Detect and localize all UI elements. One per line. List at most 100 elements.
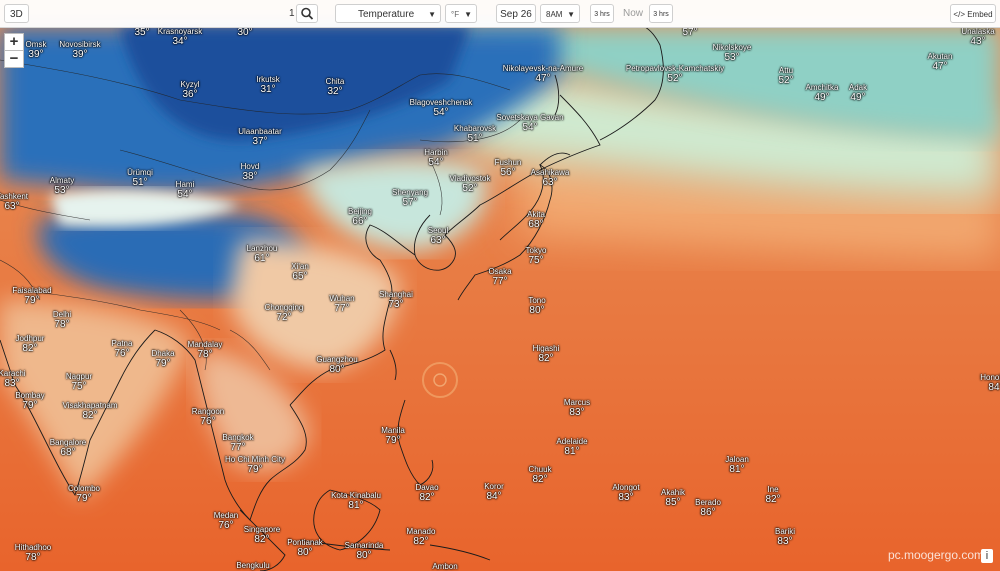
city-name: Pontianak	[287, 538, 323, 547]
city-name: Guangzhou	[316, 355, 358, 364]
city-label: Bengkulu	[236, 561, 269, 570]
step-back-button[interactable]: 3 hrs	[590, 4, 614, 23]
city-label: Shanghai 73°	[379, 290, 413, 310]
city-label: Akita 68°	[527, 210, 545, 230]
search-button[interactable]	[296, 4, 318, 23]
city-name: Marcus	[563, 398, 591, 407]
city-temperature: 68°	[60, 447, 76, 458]
city-name: Medan	[213, 511, 239, 520]
city-temperature: 78°	[54, 319, 70, 330]
city-name: Nikolskoye	[712, 43, 752, 52]
city-name: Delhi	[52, 310, 72, 319]
date-button[interactable]: Sep 26	[496, 4, 536, 23]
city-temperature: 83°	[777, 536, 793, 547]
top-toolbar: 3D 1 Temperature ▼ °F ▼ Sep 26 8AM ▼ 3 h…	[0, 0, 1000, 28]
city-temperature: 66°	[352, 216, 368, 227]
city-temperature: 35°	[134, 27, 150, 38]
chevron-down-icon: ▼	[428, 10, 436, 19]
city-name: Akahik	[660, 488, 686, 497]
city-label: Honolulu84°	[980, 373, 1000, 393]
embed-button[interactable]: </> Embed	[950, 4, 996, 23]
city-temperature: 32°	[327, 86, 343, 97]
city-label: Chongqing 72°	[265, 303, 304, 323]
city-label: Unalaska 43°	[961, 27, 994, 47]
city-label: Attu 52°	[778, 66, 793, 86]
city-name: Chita	[325, 77, 345, 86]
city-temperature: 73°	[388, 299, 404, 310]
city-temperature: 86°	[700, 507, 716, 518]
city-label: Jaloan 81°	[725, 455, 749, 475]
city-label: Almaty 53°	[50, 176, 74, 196]
city-label: Nikolayevsk-na-Amure 47°	[503, 64, 583, 84]
city-temperature: 75°	[71, 381, 87, 392]
city-label: Adak 49°	[849, 83, 867, 103]
city-label: Visakhapatnam 82°	[63, 401, 118, 421]
city-temperature: 79°	[385, 435, 401, 446]
city-label: Fushun 56°	[495, 158, 522, 178]
city-label: Blagoveshchensk 54°	[410, 98, 473, 118]
city-temperature: 85°	[665, 497, 681, 508]
city-temperature: 82°	[22, 343, 38, 354]
unit-select[interactable]: °F ▼	[445, 4, 477, 23]
city-label: Tono 80°	[528, 296, 545, 316]
city-name: Nagpur	[65, 372, 93, 381]
city-temperature: 77°	[334, 303, 350, 314]
city-name: Karachi	[0, 369, 26, 378]
city-name: Shenyang	[391, 188, 429, 197]
city-name: Hovd	[240, 162, 260, 171]
city-label: Bangkok 77°	[222, 433, 253, 453]
city-temperature: 54°	[177, 189, 193, 200]
city-label: Tashkent63°	[0, 192, 28, 212]
city-label: Kota Kinabalu 81°	[331, 491, 381, 511]
city-temperature: 52°	[462, 183, 478, 194]
city-label: Patna 76°	[112, 339, 133, 359]
city-temperature: 54°	[433, 107, 449, 118]
city-temperature: 82°	[413, 536, 429, 547]
city-name: Xi'an	[291, 262, 309, 271]
city-label: Singapore 82°	[244, 525, 280, 545]
city-label: Rangoon 76°	[192, 407, 224, 427]
zoom-in-button[interactable]: +	[4, 33, 24, 51]
zoom-out-button[interactable]: −	[4, 50, 24, 68]
city-temperature: 77°	[230, 442, 246, 453]
city-name: Berado	[695, 498, 721, 507]
city-label: Chuuk 82°	[528, 465, 551, 485]
city-label: Bombay 79°	[15, 391, 44, 411]
city-temperature: 31°	[260, 84, 276, 95]
city-temperature: 54°	[522, 122, 538, 133]
layer-select[interactable]: Temperature ▼	[335, 4, 441, 23]
city-label: Asahikawa 63°	[531, 168, 570, 188]
city-name: Bengkulu	[236, 561, 270, 570]
now-button[interactable]: Now	[618, 4, 648, 23]
city-temperature: 81°	[564, 446, 580, 457]
city-name: Beijing	[347, 207, 373, 216]
city-temperature: 36°	[182, 89, 198, 100]
city-temperature: 78°	[197, 349, 213, 360]
city-temperature: 49°	[850, 92, 866, 103]
city-name: Manado	[406, 527, 436, 536]
city-name: Dhaka	[151, 349, 175, 358]
city-name: Bangalore	[49, 438, 87, 447]
city-temperature: 82°	[538, 353, 554, 364]
city-name: Blagoveshchensk	[409, 98, 473, 107]
info-button[interactable]: i	[981, 549, 993, 563]
city-name: Shanghai	[379, 290, 413, 299]
city-name: Asahikawa	[530, 168, 570, 177]
city-temperature: 83°	[4, 378, 20, 389]
city-name: Khabarovsk	[453, 124, 497, 133]
city-temperature: 77°	[492, 276, 508, 287]
city-name: Colombo	[67, 484, 101, 493]
city-temperature: 82°	[82, 410, 98, 421]
step-forward-button[interactable]: 3 hrs	[649, 4, 673, 23]
city-label: Nikolskoye 53°	[713, 43, 752, 63]
city-name: Alongot	[612, 483, 640, 492]
city-label: Higashi 82°	[533, 344, 560, 364]
time-select[interactable]: 8AM ▼	[540, 4, 580, 23]
city-temperature: 53°	[54, 185, 70, 196]
city-name: Novosibirsk	[59, 40, 101, 49]
city-temperature: 68°	[528, 219, 544, 230]
city-label: Davao 82°	[415, 483, 438, 503]
city-label: Bariki 83°	[775, 527, 795, 547]
3d-toggle-button[interactable]: 3D	[4, 4, 29, 23]
city-name: Ho Chi Minh City	[224, 455, 286, 464]
